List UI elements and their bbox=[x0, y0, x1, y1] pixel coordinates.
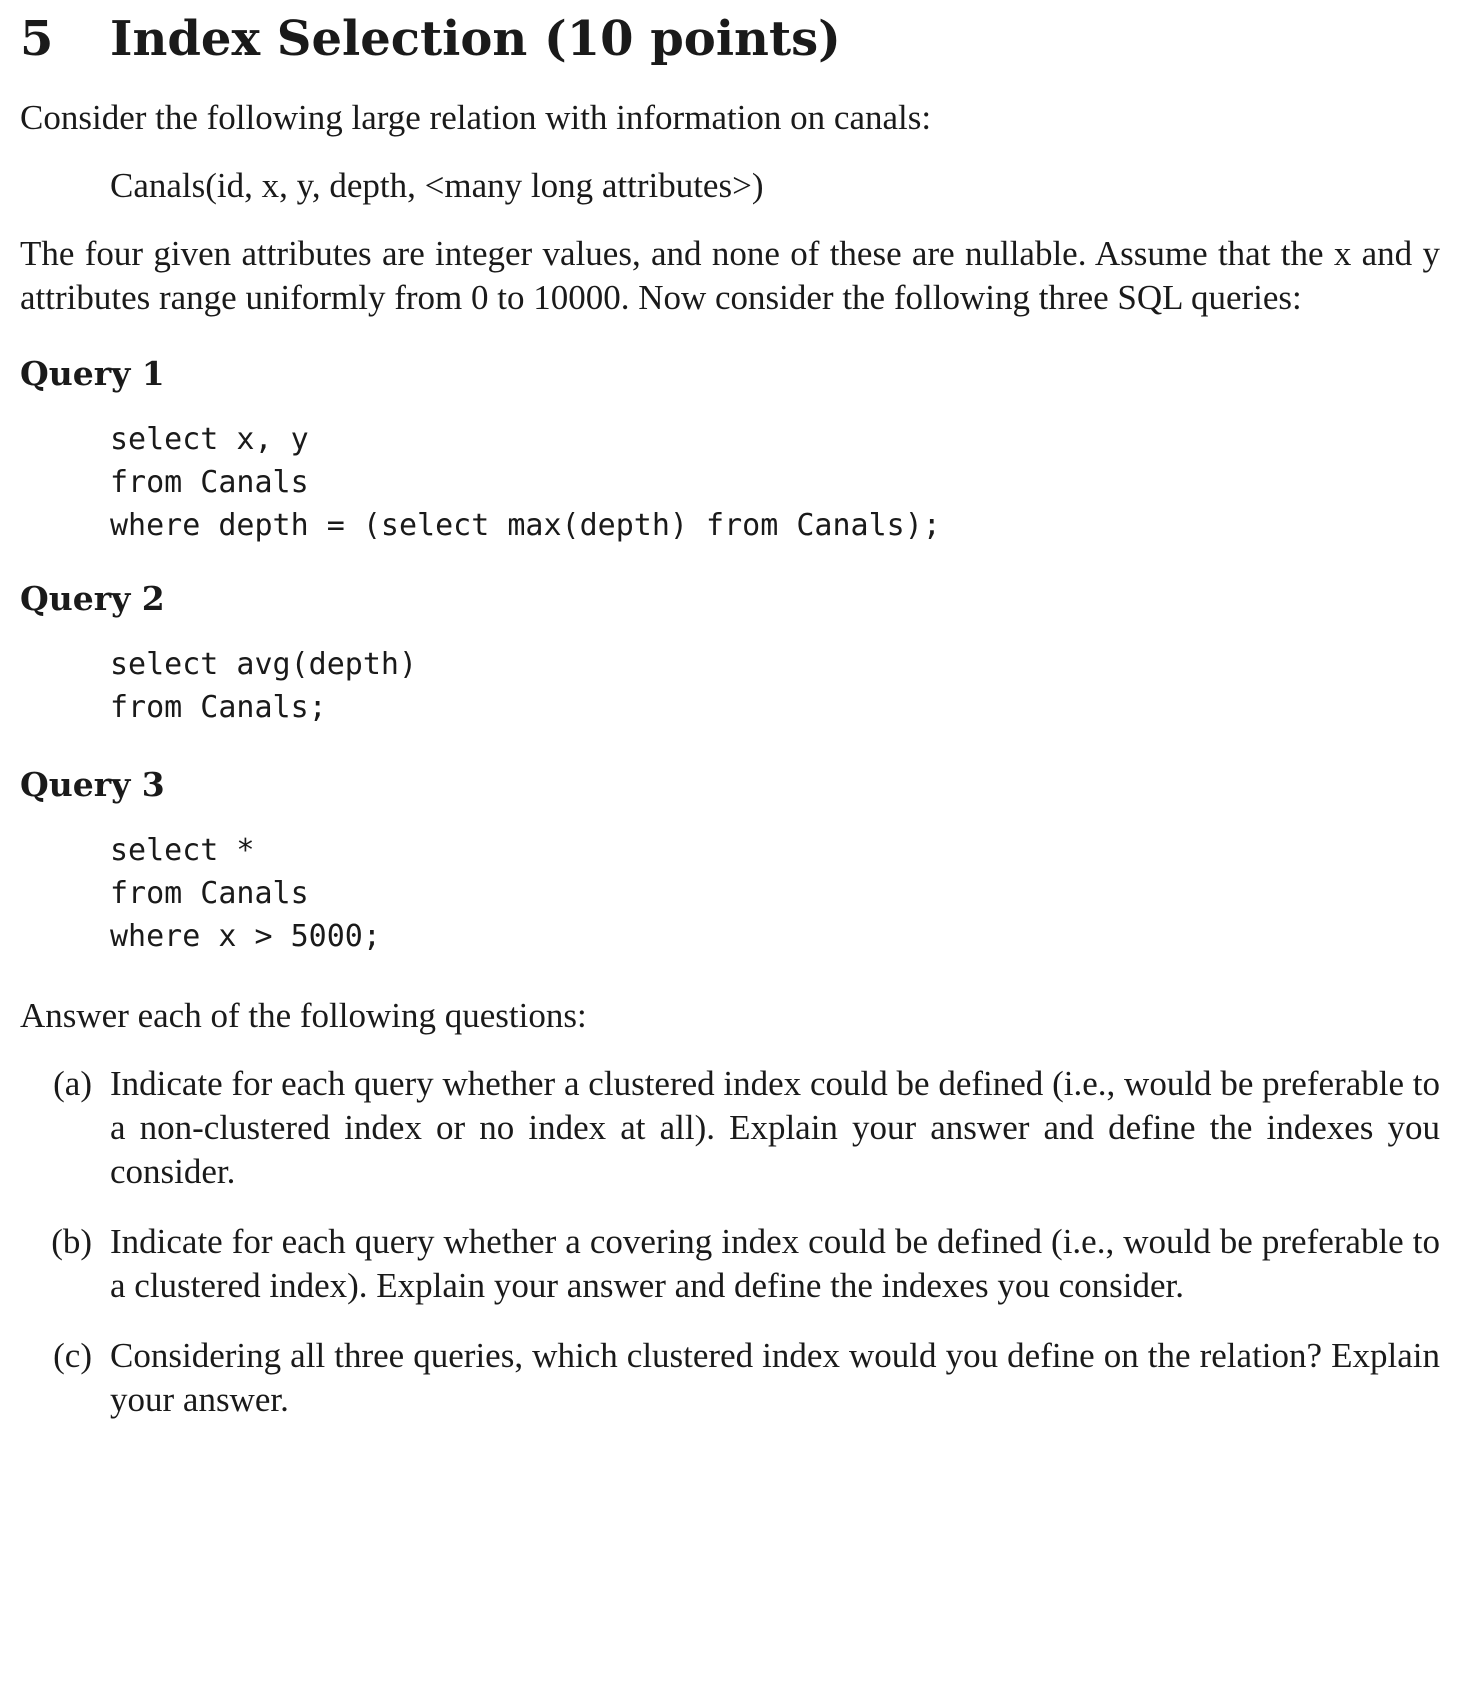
code-line: select avg(depth) bbox=[110, 647, 418, 682]
relation-schema: Canals(id, x, y, depth, <many long attri… bbox=[110, 166, 764, 205]
section-number: 5 bbox=[20, 11, 54, 67]
query-1-code: select x, y from Canals where depth = (sel… bbox=[20, 418, 1440, 547]
code-line: select x, y bbox=[110, 422, 309, 457]
intro-paragraph: Consider the following large relation wi… bbox=[20, 98, 932, 137]
query-3-code: select * from Canals where x > 5000; bbox=[20, 829, 1440, 958]
section-title: Index Selection (10 points) bbox=[110, 11, 841, 67]
question-label: (a) bbox=[53, 1064, 92, 1103]
query-2-code: select avg(depth) from Canals; bbox=[20, 643, 1440, 729]
code-line: select * bbox=[110, 833, 255, 868]
code-line: from Canals bbox=[110, 876, 309, 911]
section-heading: 5 Index Selection (10 points) bbox=[20, 10, 1440, 68]
question-label: (c) bbox=[53, 1336, 92, 1375]
code-line: from Canals bbox=[110, 465, 309, 500]
document-page: 5 Index Selection (10 points) Consider t… bbox=[20, 10, 1440, 1422]
query-2-heading: Query 2 bbox=[20, 579, 165, 618]
question-text: Indicate for each query whether a cluste… bbox=[110, 1064, 1440, 1191]
answer-intro: Answer each of the following questions: bbox=[20, 996, 587, 1035]
question-label: (b) bbox=[51, 1222, 92, 1261]
question-text: Indicate for each query whether a coveri… bbox=[110, 1222, 1440, 1305]
code-line: where depth = (select max(depth) from Ca… bbox=[110, 508, 941, 543]
question-text: Considering all three queries, which clu… bbox=[110, 1336, 1440, 1419]
query-3-heading: Query 3 bbox=[20, 765, 165, 804]
question-c: (c) Considering all three queries, which… bbox=[20, 1334, 1440, 1422]
question-b: (b) Indicate for each query whether a co… bbox=[20, 1220, 1440, 1308]
question-a: (a) Indicate for each query whether a cl… bbox=[20, 1062, 1440, 1194]
code-line: from Canals; bbox=[110, 690, 327, 725]
code-line: where x > 5000; bbox=[110, 919, 381, 954]
query-1-heading: Query 1 bbox=[20, 354, 165, 393]
description-paragraph: The four given attributes are integer va… bbox=[20, 234, 1440, 317]
